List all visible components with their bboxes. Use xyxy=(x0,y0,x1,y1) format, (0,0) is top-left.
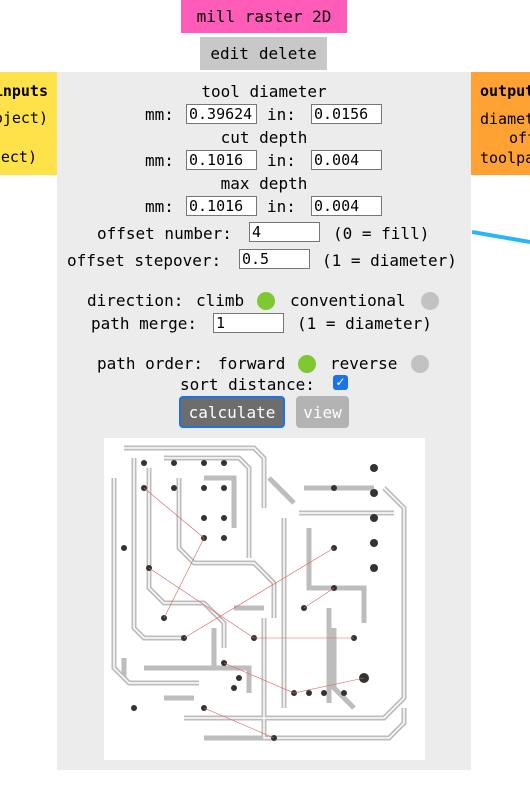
max-depth-mm-input[interactable] xyxy=(186,196,257,216)
cut-depth-in-label: in: xyxy=(267,151,296,170)
path-merge-input[interactable] xyxy=(213,313,284,333)
offset-number-label: offset number: xyxy=(97,224,232,243)
outputs-port-offset[interactable]: offset xyxy=(509,129,530,147)
sort-distance-label: sort distance: xyxy=(180,375,315,394)
max-depth-in-label: in: xyxy=(267,197,296,216)
tool-diameter-mm-label: mm: xyxy=(145,105,174,124)
inputs-box[interactable]: inputs (object) (object) xyxy=(0,72,57,175)
offset-stepover-hint: (1 = diameter) xyxy=(322,251,457,270)
max-depth-heading: max depth xyxy=(220,174,308,193)
inputs-port-2[interactable]: (object) xyxy=(0,148,37,166)
edit-button[interactable]: edit xyxy=(210,44,249,63)
tool-diameter-in-label: in: xyxy=(267,105,296,124)
connection-wire xyxy=(472,230,530,244)
tool-diameter-mm-input[interactable] xyxy=(186,104,257,124)
offset-stepover-input[interactable] xyxy=(239,249,310,269)
outputs-port-toolpath[interactable]: toolpath xyxy=(480,149,530,167)
max-depth-mm-label: mm: xyxy=(145,197,174,216)
direction-label: direction: xyxy=(87,291,184,310)
direction-conventional-label: conventional xyxy=(290,291,406,310)
module-title[interactable]: mill raster 2D xyxy=(181,0,347,33)
outputs-box[interactable]: outputs diameter offset toolpath xyxy=(471,72,530,175)
view-button[interactable]: view xyxy=(296,396,349,428)
path-order-forward-radio[interactable] xyxy=(298,355,316,373)
inputs-port-1[interactable]: (object) xyxy=(0,109,48,127)
module-panel: tool diameter mm: in: cut depth mm: in: … xyxy=(57,72,471,770)
cut-depth-mm-input[interactable] xyxy=(186,150,257,170)
tool-diameter-heading: tool diameter xyxy=(201,82,327,101)
direction-conventional-radio[interactable] xyxy=(421,292,439,310)
cut-depth-mm-label: mm: xyxy=(145,151,174,170)
direction-climb-radio[interactable] xyxy=(257,292,275,310)
tool-diameter-in-input[interactable] xyxy=(311,104,382,124)
outputs-port-diameter[interactable]: diameter xyxy=(480,110,530,128)
toolpath-preview xyxy=(104,438,425,760)
outputs-title: outputs xyxy=(480,82,530,100)
path-merge-label: path merge: xyxy=(91,314,197,333)
module-actions: edit delete xyxy=(200,37,327,70)
inputs-title: inputs xyxy=(0,82,48,100)
max-depth-in-input[interactable] xyxy=(311,196,382,216)
direction-climb-label: climb xyxy=(196,291,245,310)
path-order-reverse-label: reverse xyxy=(330,354,398,373)
path-order-label: path order: xyxy=(97,354,203,373)
path-merge-hint: (1 = diameter) xyxy=(297,314,432,333)
sort-distance-checkbox[interactable]: ✓ xyxy=(333,375,348,390)
calculate-button[interactable]: calculate xyxy=(179,396,285,428)
cut-depth-in-input[interactable] xyxy=(311,150,382,170)
path-order-forward-label: forward xyxy=(218,354,286,373)
cut-depth-heading: cut depth xyxy=(220,128,308,147)
offset-number-input[interactable] xyxy=(249,222,320,242)
path-order-reverse-radio[interactable] xyxy=(411,355,429,373)
offset-stepover-label: offset stepover: xyxy=(67,251,222,270)
offset-number-hint: (0 = fill) xyxy=(333,224,430,243)
delete-button[interactable]: delete xyxy=(259,44,317,63)
